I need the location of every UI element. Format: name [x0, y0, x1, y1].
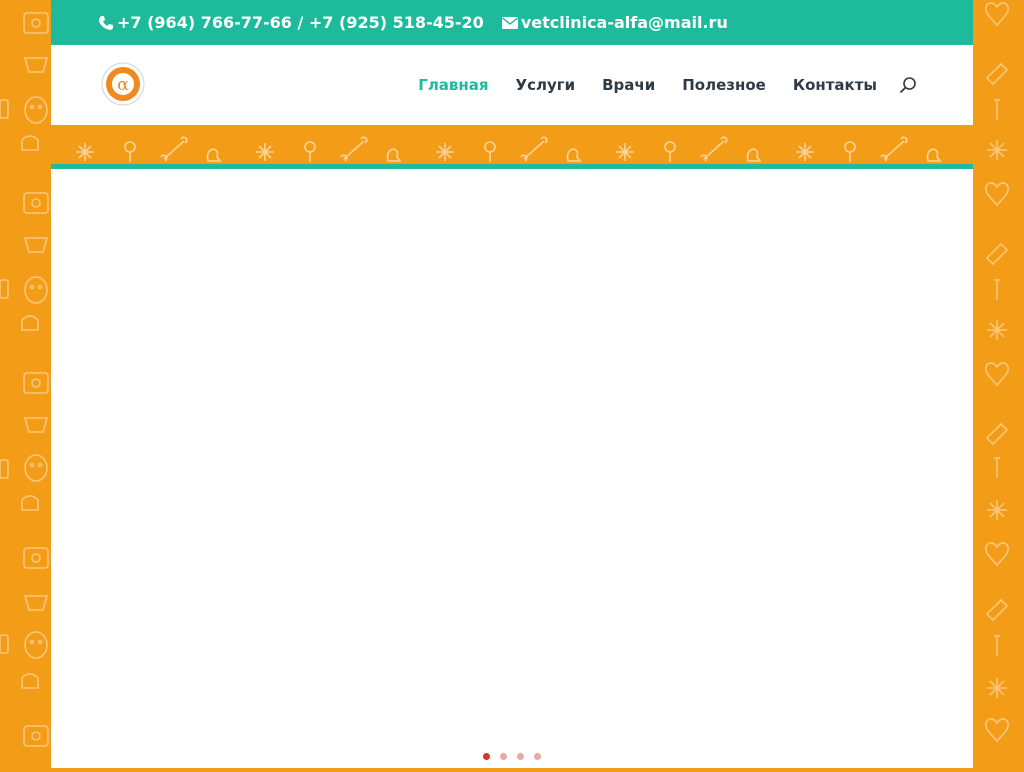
nav-item-contacts[interactable]: Контакты [793, 76, 877, 94]
phone-contact[interactable]: +7 (964) 766-77-66 / +7 (925) 518-45-20 [97, 13, 484, 32]
slider-dot-3[interactable] [517, 753, 524, 760]
slider-pagination [483, 753, 551, 760]
slider-dot-4[interactable] [534, 753, 541, 760]
phone-icon [97, 14, 115, 32]
side-pattern-right [973, 0, 1024, 768]
svg-text:α: α [117, 75, 129, 95]
nav-item-services[interactable]: Услуги [516, 76, 576, 94]
main-nav: Главная Услуги Врачи Полезное Контакты [391, 45, 917, 125]
alpha-logo[interactable]: α [101, 62, 145, 106]
slider-dot-2[interactable] [500, 753, 507, 760]
hero-slider [51, 169, 973, 768]
slider-dot-1[interactable] [483, 753, 490, 760]
search-icon[interactable] [899, 76, 917, 94]
email-contact[interactable]: vetclinica-alfa@mail.ru [501, 13, 728, 32]
top-contact-bar: +7 (964) 766-77-66 / +7 (925) 518-45-20 … [51, 0, 973, 45]
main-header: α Главная Услуги Врачи Полезное Контакты [51, 45, 973, 125]
nav-item-home[interactable]: Главная [418, 76, 488, 94]
envelope-icon [501, 14, 519, 32]
email-text[interactable]: vetclinica-alfa@mail.ru [521, 13, 728, 32]
decorative-pattern-band [51, 125, 973, 164]
side-pattern-left [0, 0, 51, 768]
page-container: +7 (964) 766-77-66 / +7 (925) 518-45-20 … [51, 0, 973, 768]
phone-text[interactable]: +7 (964) 766-77-66 / +7 (925) 518-45-20 [117, 13, 484, 32]
nav-item-useful[interactable]: Полезное [682, 76, 766, 94]
nav-item-doctors[interactable]: Врачи [602, 76, 655, 94]
